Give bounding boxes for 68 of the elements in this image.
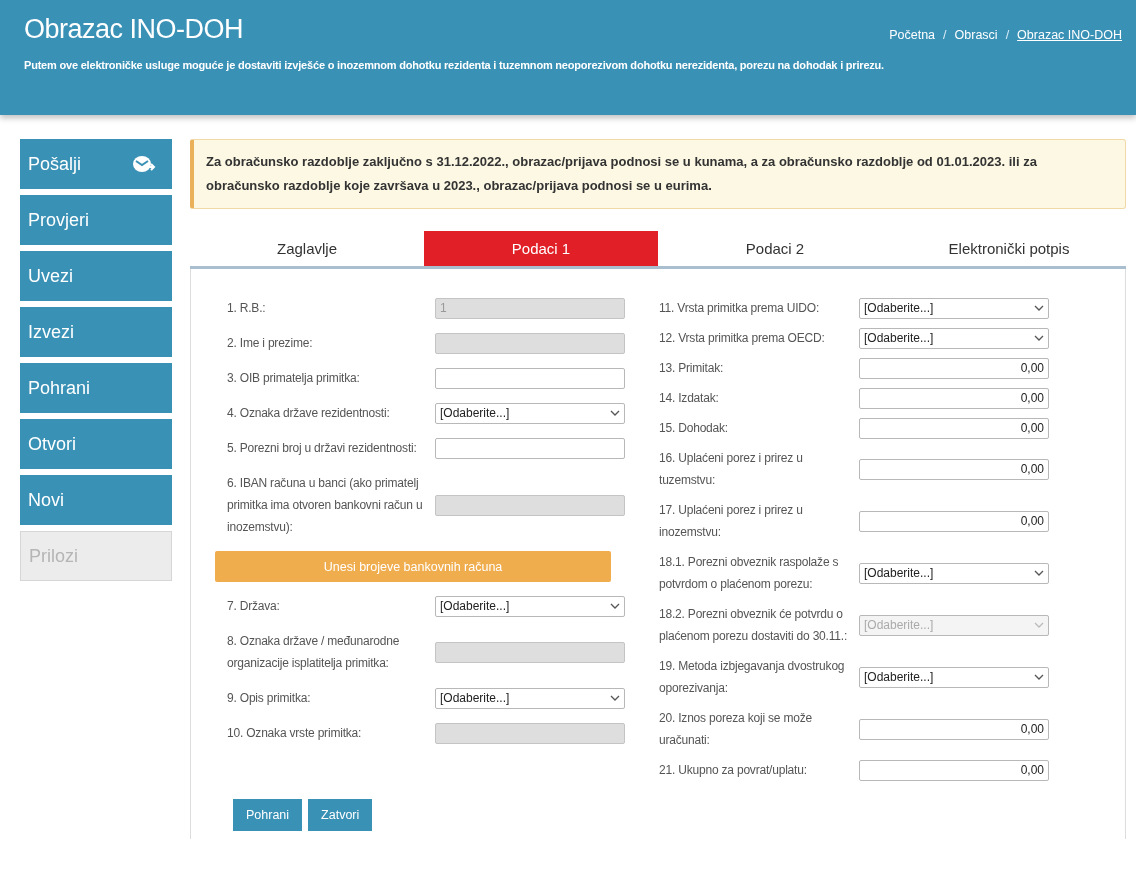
- field-label: 17. Uplaćeni porez i prirez u inozemstvu:: [659, 502, 804, 541]
- field-label: 18.2. Porezni obveznik će potvrdu o plaćenom porezu dostaviti do 30.11.:: [659, 606, 849, 645]
- field-label: 7. Država:: [227, 598, 281, 615]
- input-field[interactable]: [435, 437, 625, 459]
- chevron-down-icon: [1034, 335, 1044, 341]
- field-label: 3. OIB primatelja primitka:: [227, 370, 361, 387]
- input-field[interactable]: 0,00: [859, 759, 1049, 781]
- tab[interactable]: Elektronički potpis: [892, 231, 1126, 266]
- chevron-down-icon: [610, 410, 620, 416]
- sidebar-button[interactable]: Uvezi: [20, 251, 172, 301]
- field-label: 9. Opis primitka:: [227, 690, 312, 707]
- sidebar-button[interactable]: Otvori: [20, 419, 172, 469]
- breadcrumb-link[interactable]: Obrasci: [954, 27, 998, 42]
- select-field[interactable]: [Odaberite...]: [435, 595, 625, 617]
- field-label: 11. Vrsta primitka prema UIDO:: [659, 300, 821, 317]
- field-label: 12. Vrsta primitka prema OECD:: [659, 330, 826, 347]
- breadcrumb-separator: /: [1005, 27, 1010, 42]
- field-label: 8. Oznaka države / međunarodne organizacije isplatitelja primitka:: [227, 633, 401, 672]
- form-button[interactable]: Pohrani: [233, 799, 303, 831]
- select-field[interactable]: [Odaberite...]: [435, 402, 625, 424]
- field-label: 21. Ukupno za povrat/uplatu:: [659, 762, 808, 779]
- notice-banner: Za obračunsko razdoblje zaključno s 31.12.2022., obrazac/prijava podnosi se u kunama, a za obračunsko razdoblje od 01.01.2023. ili za obračunsko razdoblje koje završava u 2023., obrazac/prijava podnosi se u eurima.: [190, 139, 1126, 209]
- select-field[interactable]: [Odaberite...]: [859, 297, 1049, 319]
- tab[interactable]: Zaglavlje: [190, 231, 424, 266]
- field-label: 15. Dohodak:: [659, 420, 729, 437]
- input-field[interactable]: 0,00: [859, 718, 1049, 740]
- page-title: Obrazac INO-DOH: [24, 14, 244, 45]
- input-field[interactable]: 0,00: [859, 510, 1049, 532]
- sidebar-button[interactable]: Novi: [20, 475, 172, 525]
- chevron-down-icon: [1034, 305, 1044, 311]
- field-label: 10. Oznaka vrste primitka:: [227, 725, 363, 742]
- sidebar-button[interactable]: Izvezi: [20, 307, 172, 357]
- sidebar-button[interactable]: Pošalji: [20, 139, 172, 189]
- tab[interactable]: Podaci 2: [658, 231, 892, 266]
- select-field[interactable]: [Odaberite...]: [859, 666, 1049, 688]
- breadcrumb-link[interactable]: Početna: [889, 27, 936, 42]
- tab[interactable]: Podaci 1: [424, 231, 658, 266]
- select-field[interactable]: [Odaberite...]: [859, 327, 1049, 349]
- input-field[interactable]: 0,00: [859, 387, 1049, 409]
- sidebar-button[interactable]: Provjeri: [20, 195, 172, 245]
- envelope-icon: [132, 154, 156, 174]
- chevron-down-icon: [610, 603, 620, 609]
- breadcrumb-link[interactable]: Obrazac INO-DOH: [1017, 27, 1122, 42]
- field-label: 14. Izdatak:: [659, 390, 720, 407]
- page-description: Putem ove elektroničke usluge moguće je dostaviti izvješće o inozemnom dohotku rezidenta i tuzemnom neoporezivom dohotku nerezidenta, porezu na dohodak i prirezu.: [24, 59, 885, 71]
- select-field[interactable]: [Odaberite...]: [859, 562, 1049, 584]
- breadcrumb-separator: /: [943, 27, 947, 42]
- field-label: 19. Metoda izbjegavanja dvostrukog oporezivanja:: [659, 658, 846, 697]
- form-button[interactable]: Zatvori: [308, 799, 373, 831]
- field-label: 2. Ime i prezime:: [227, 335, 314, 352]
- chevron-down-icon: [610, 695, 620, 701]
- select-field[interactable]: [Odaberite...]: [435, 687, 625, 709]
- field-label: 13. Primitak:: [659, 360, 725, 377]
- sidebar-button[interactable]: Pohrani: [20, 363, 172, 413]
- input-field[interactable]: 0,00: [859, 357, 1049, 379]
- chevron-down-icon: [1034, 570, 1044, 576]
- field-label: 16. Uplaćeni porez i prirez u tuzemstvu:: [659, 450, 804, 489]
- field-label: 5. Porezni broj u državi rezidentnosti:: [227, 440, 418, 457]
- field-label: 6. IBAN računa u banci (ako primatelj primitka ima otvoren bankovni račun u inozemstvu):: [227, 475, 424, 536]
- input-field[interactable]: [435, 367, 625, 389]
- field-label: 20. Iznos poreza koji se može uračunati:: [659, 710, 813, 749]
- input-field[interactable]: 0,00: [859, 417, 1049, 439]
- chevron-down-icon: [1034, 674, 1044, 680]
- field-label: 1. R.B.:: [227, 300, 267, 317]
- field-label: 18.1. Porezni obveznik raspolaže s potvrdom o plaćenom porezu:: [659, 554, 840, 593]
- chevron-down-icon: [1034, 622, 1044, 628]
- field-label: 4. Oznaka države rezidentnosti:: [227, 405, 391, 422]
- input-field[interactable]: 0,00: [859, 458, 1049, 480]
